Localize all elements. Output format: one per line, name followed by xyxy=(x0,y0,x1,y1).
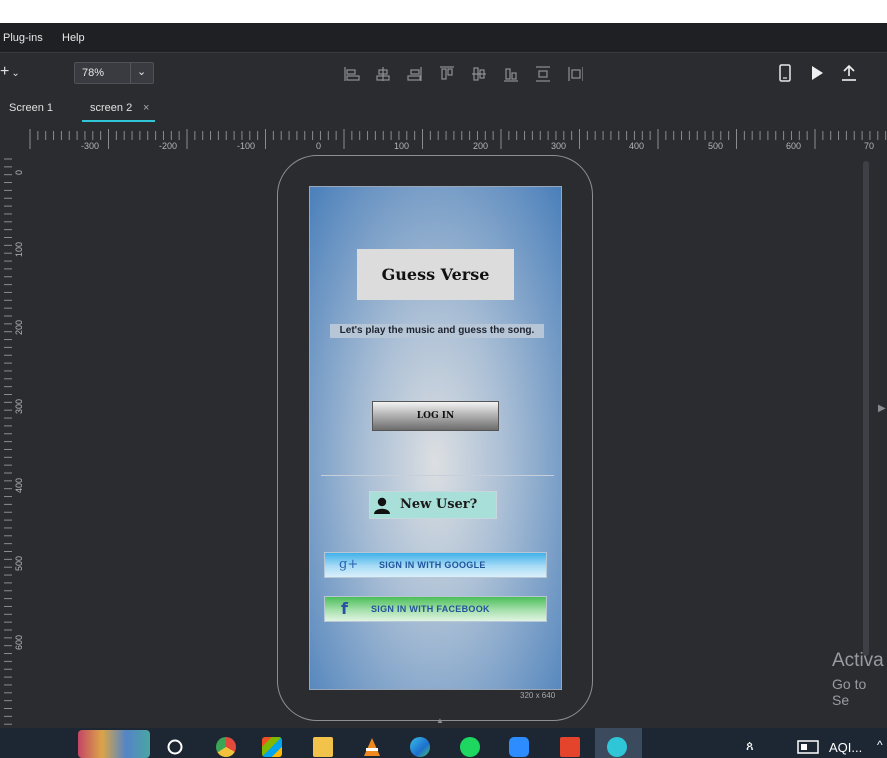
login-label: LOG IN xyxy=(416,411,455,421)
ruler-label: 500 xyxy=(14,555,24,571)
play-icon[interactable] xyxy=(810,65,824,81)
artboard-size-label: 320 x 640 xyxy=(520,691,556,700)
menu-plugins[interactable]: Plug-ins xyxy=(3,32,43,44)
google-plus-icon: g+ xyxy=(339,557,359,572)
ruler-label: 100 xyxy=(394,141,410,151)
toolbar: + ⌄ 78% ⌄ xyxy=(0,52,887,94)
app-icon-active[interactable] xyxy=(607,737,627,757)
file-explorer-icon[interactable] xyxy=(313,737,333,757)
store-icon[interactable] xyxy=(262,737,282,757)
ruler-label: 400 xyxy=(14,477,24,493)
panel-expand-icon[interactable]: ▶ xyxy=(878,403,886,414)
align-left-icon xyxy=(344,67,360,81)
new-user-label: New User? xyxy=(400,497,478,512)
app-screen[interactable]: Guess Verse Let's play the music and gue… xyxy=(309,186,562,690)
align-top-icon xyxy=(440,66,454,80)
chrome-icon[interactable] xyxy=(216,737,236,757)
zoom-app-icon[interactable] xyxy=(509,737,529,757)
align-bottom-icon xyxy=(504,68,518,82)
zoom-value: 78% xyxy=(82,67,105,79)
align-middle-icon xyxy=(472,67,486,81)
ruler-label: 600 xyxy=(14,634,24,650)
office-icon[interactable] xyxy=(560,737,580,757)
chevron-down-icon: ⌄ xyxy=(137,66,147,78)
spotify-icon[interactable] xyxy=(460,737,480,757)
title-box: Guess Verse xyxy=(357,249,514,300)
chevron-up-icon[interactable]: ^ xyxy=(877,738,883,752)
ruler-label: 600 xyxy=(786,141,802,151)
weather-widget-icon[interactable] xyxy=(78,730,150,758)
ruler-label: -300 xyxy=(81,141,100,151)
horizontal-ruler: -300 -200 -100 0 100 200 300 400 500 600… xyxy=(0,123,887,153)
vertical-ruler: 0 100 200 300 400 500 600 xyxy=(0,153,30,728)
facebook-signin-label: SIGN IN WITH FACEBOOK xyxy=(371,604,490,614)
activate-windows-title: Activa xyxy=(832,650,884,671)
ruler-label: 500 xyxy=(708,141,724,151)
login-button[interactable]: LOG IN xyxy=(372,401,499,431)
people-icon[interactable]: ጰ xyxy=(746,738,754,754)
ruler-label: 200 xyxy=(14,319,24,335)
distribute-horizontal-icon xyxy=(568,67,583,81)
google-signin-label: SIGN IN WITH GOOGLE xyxy=(379,560,486,570)
ruler-label: 0 xyxy=(14,169,24,175)
tagline: Let's play the music and guess the song. xyxy=(330,324,544,338)
ruler-label: 400 xyxy=(629,141,645,151)
menu-help[interactable]: Help xyxy=(62,32,85,44)
tab-screen-1[interactable]: Screen 1 xyxy=(9,102,53,114)
screen-tabs: Screen 1 screen 2 × xyxy=(0,93,887,123)
align-right-icon xyxy=(407,67,422,81)
ruler-label: -100 xyxy=(237,141,256,151)
ruler-label: 300 xyxy=(551,141,567,151)
ruler-label: -200 xyxy=(159,141,178,151)
divider xyxy=(321,475,554,476)
zoom-select[interactable]: 78% ⌄ xyxy=(74,62,154,84)
user-icon xyxy=(374,497,390,514)
active-tab-indicator xyxy=(82,120,155,122)
search-icon[interactable] xyxy=(166,738,184,756)
google-signin-button[interactable]: g+ SIGN IN WITH GOOGLE xyxy=(324,552,547,578)
ruler-label: 200 xyxy=(473,141,489,151)
tab-screen-2[interactable]: screen 2 xyxy=(90,102,132,114)
close-icon[interactable]: × xyxy=(143,102,149,114)
distribute-vertical-icon xyxy=(536,66,550,82)
edge-icon[interactable] xyxy=(410,737,430,757)
ruler-label: 100 xyxy=(14,241,24,257)
facebook-icon: f xyxy=(341,599,348,618)
ruler-label: 300 xyxy=(14,398,24,414)
news-icon[interactable] xyxy=(797,740,819,754)
aqi-label[interactable]: AQI... xyxy=(829,740,862,755)
add-button[interactable]: + ⌄ xyxy=(0,63,20,81)
ruler-label: 70 xyxy=(864,141,875,151)
new-user-button[interactable]: New User? xyxy=(369,491,497,519)
align-center-icon xyxy=(376,67,390,81)
app-title: Guess Verse xyxy=(381,265,490,284)
device-preview-icon[interactable] xyxy=(778,64,792,82)
menu-bar: Plug-ins Help xyxy=(0,23,887,52)
facebook-signin-button[interactable]: f SIGN IN WITH FACEBOOK xyxy=(324,596,547,622)
vlc-icon[interactable] xyxy=(362,737,382,757)
share-upload-icon[interactable] xyxy=(841,64,857,82)
activate-windows-subtitle: Go to Se xyxy=(832,676,867,708)
vertical-scrollbar[interactable] xyxy=(863,161,869,656)
alignment-icons xyxy=(344,66,583,82)
ruler-label: 0 xyxy=(316,141,322,151)
